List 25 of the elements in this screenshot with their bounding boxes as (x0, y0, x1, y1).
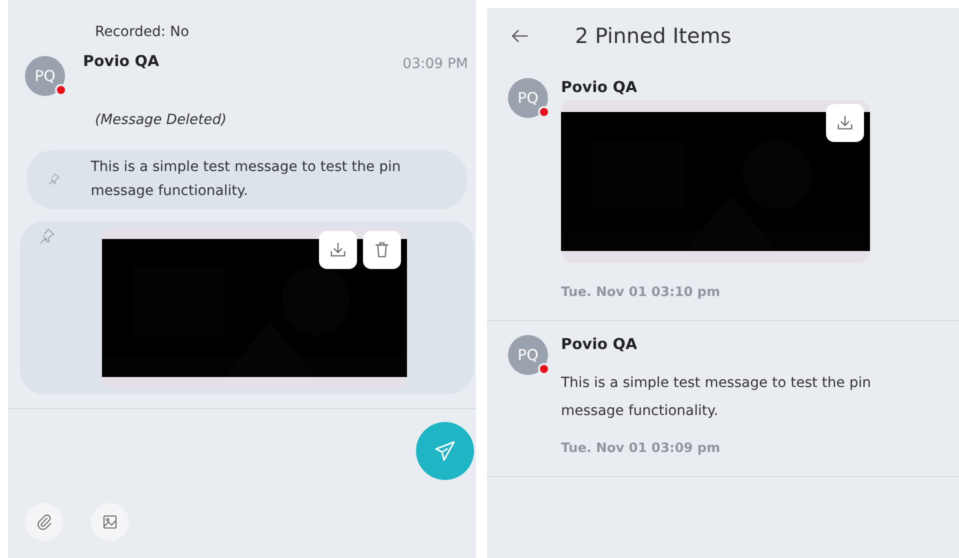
delete-button[interactable] (363, 231, 401, 269)
message-time: 03:09 PM (402, 56, 468, 72)
download-button[interactable] (826, 104, 864, 142)
timestamp: Tue. Nov 01 03:09 pm (561, 441, 722, 456)
call-info: Recorded: No (95, 24, 190, 40)
message-text: This is a simple test message to test the pin message functionality. (90, 158, 402, 201)
paperclip-icon (35, 513, 53, 531)
attach-button[interactable] (25, 503, 63, 541)
message-text: This is a simple test message to test the pin message functionality. (561, 374, 872, 421)
author-name: Povio QA (561, 78, 638, 96)
pin-icon (38, 227, 56, 245)
avatar: PQ (25, 56, 65, 96)
send-icon (433, 439, 457, 463)
avatar: PQ (508, 78, 548, 118)
timestamp: Tue. Nov 01 03:10 pm (561, 285, 722, 300)
author-name: Povio QA (83, 52, 160, 70)
message-bubble[interactable]: This is a simple test message to test the pin message functionality. (27, 150, 467, 209)
author-name: Povio QA (561, 335, 638, 353)
deleted-message: (Message Deleted) (95, 112, 228, 128)
image-icon (101, 513, 119, 531)
panel-title: 2 Pinned Items (575, 24, 732, 48)
message-bubble[interactable] (20, 221, 474, 394)
image-button[interactable] (91, 503, 129, 541)
avatar: PQ (508, 335, 548, 375)
download-button[interactable] (319, 231, 357, 269)
